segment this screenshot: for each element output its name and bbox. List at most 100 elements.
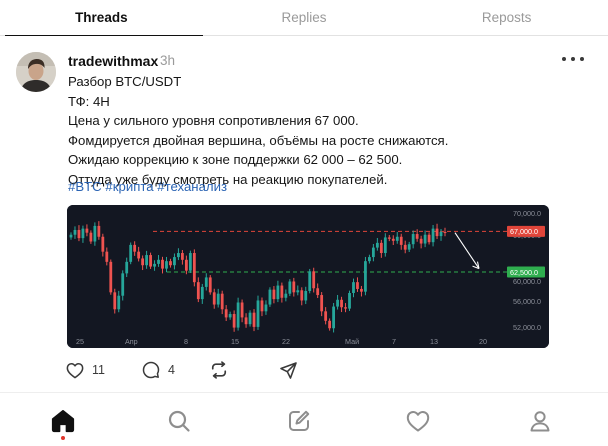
candle-body: [252, 312, 256, 327]
candle-body: [379, 242, 383, 254]
y-tick-label: 56,000.0: [513, 297, 541, 306]
nav-home[interactable]: [49, 407, 77, 435]
candle-body: [69, 234, 73, 238]
comment-button[interactable]: 4: [142, 358, 175, 382]
candlestick-chart: 70,000.066,000.060,000.056,000.052,000.0…: [67, 205, 549, 348]
candle-body: [316, 288, 320, 296]
y-tick-label: 52,000.0: [513, 323, 541, 332]
nav-profile[interactable]: [526, 407, 554, 435]
candle-body: [97, 225, 101, 237]
candle-body: [419, 238, 423, 244]
support-label: 62,500.0: [510, 268, 538, 277]
more-dot-icon: [571, 57, 575, 61]
hashtags: #BTC #крипта #теханализ: [68, 179, 227, 194]
candle-body: [304, 290, 308, 301]
candle-body: [89, 232, 93, 242]
candle-body: [296, 290, 300, 293]
candle-body: [387, 237, 391, 239]
post-line: Цена у сильного уровня сопротивления 67 …: [68, 113, 359, 128]
share-button[interactable]: [279, 358, 298, 382]
candle-body: [208, 277, 212, 293]
x-tick-label: 13: [430, 337, 438, 346]
candle-body: [133, 244, 137, 252]
x-tick-label: Май: [345, 337, 359, 346]
post-line: ТФ: 4H: [68, 93, 110, 109]
compose-icon: [289, 410, 310, 431]
repost-button[interactable]: [209, 358, 229, 382]
activity-heart-icon: [406, 411, 430, 432]
candle-body: [101, 236, 105, 252]
tab-reposts[interactable]: Reposts: [405, 0, 608, 35]
more-options-button[interactable]: [562, 52, 584, 66]
candle-body: [272, 289, 276, 300]
candle-body: [399, 236, 403, 245]
candle-body: [336, 299, 339, 307]
candle-body: [332, 306, 335, 329]
candle-body: [161, 259, 164, 269]
hashtag-link[interactable]: #крипта: [105, 179, 153, 194]
candle-body: [232, 314, 236, 328]
candle-body: [181, 253, 184, 260]
candle-body: [192, 253, 196, 283]
candle-body: [224, 309, 228, 318]
candle-body: [324, 311, 328, 321]
candle-body: [356, 282, 359, 289]
more-dot-icon: [580, 57, 584, 61]
candle-body: [177, 253, 180, 258]
candle-body: [340, 299, 343, 308]
home-active-dot: [61, 436, 65, 440]
y-tick-label: 60,000.0: [513, 277, 541, 286]
candle-body: [77, 229, 81, 239]
nav-search[interactable]: [165, 407, 193, 435]
tab-threads[interactable]: Threads: [0, 0, 203, 36]
post-time: 3h: [160, 53, 176, 68]
repost-icon: [211, 361, 227, 379]
avatar[interactable]: [16, 52, 56, 92]
x-tick-label: 7: [392, 337, 396, 346]
hashtag-link[interactable]: #теханализ: [157, 179, 227, 194]
candle-body: [423, 234, 427, 244]
candle-body: [196, 282, 200, 300]
candle-body: [236, 302, 240, 328]
candle-body: [348, 293, 351, 309]
candle-body: [364, 261, 367, 292]
candle-body: [200, 286, 204, 300]
candle-body: [93, 225, 97, 242]
chart-image[interactable]: 70,000.066,000.060,000.056,000.052,000.0…: [67, 205, 549, 348]
candle-body: [184, 259, 188, 271]
x-tick-label: Апр: [125, 337, 138, 346]
candle-body: [375, 242, 379, 248]
candle-body: [85, 228, 89, 233]
candle-body: [129, 244, 133, 262]
candle-body: [109, 261, 113, 293]
post-text: Разбор BTC/USDT ТФ: 4H Цена у сильного у…: [68, 72, 588, 189]
profile-tabs: Threads Replies Reposts: [0, 0, 608, 36]
post-line: Разбор BTC/USDT: [68, 74, 182, 89]
candle-body: [352, 282, 355, 294]
author-name[interactable]: tradewithmax: [68, 53, 158, 69]
candle-body: [308, 271, 312, 291]
nav-activity[interactable]: [404, 407, 432, 435]
candle-body: [300, 290, 304, 301]
y-tick-label: 70,000.0: [513, 209, 541, 218]
candle-body: [371, 247, 375, 258]
like-count: 11: [92, 363, 105, 377]
candle-body: [169, 261, 172, 266]
hashtag-link[interactable]: #BTC: [68, 179, 102, 194]
heart-icon: [66, 362, 84, 378]
candle-body: [141, 258, 145, 266]
nav-compose[interactable]: [285, 407, 313, 435]
candle-body: [125, 261, 129, 274]
candle-body: [248, 312, 252, 325]
x-tick-label: 8: [184, 337, 188, 346]
candle-body: [276, 285, 280, 300]
bottom-navigation: [0, 392, 608, 446]
candle-body: [212, 292, 216, 305]
like-button[interactable]: 11: [66, 358, 105, 382]
candle-body: [240, 302, 244, 318]
tab-replies[interactable]: Replies: [203, 0, 406, 35]
candle-body: [188, 253, 192, 271]
x-tick-label: 15: [231, 337, 239, 346]
x-tick-label: 22: [282, 337, 290, 346]
candle-body: [284, 293, 288, 298]
